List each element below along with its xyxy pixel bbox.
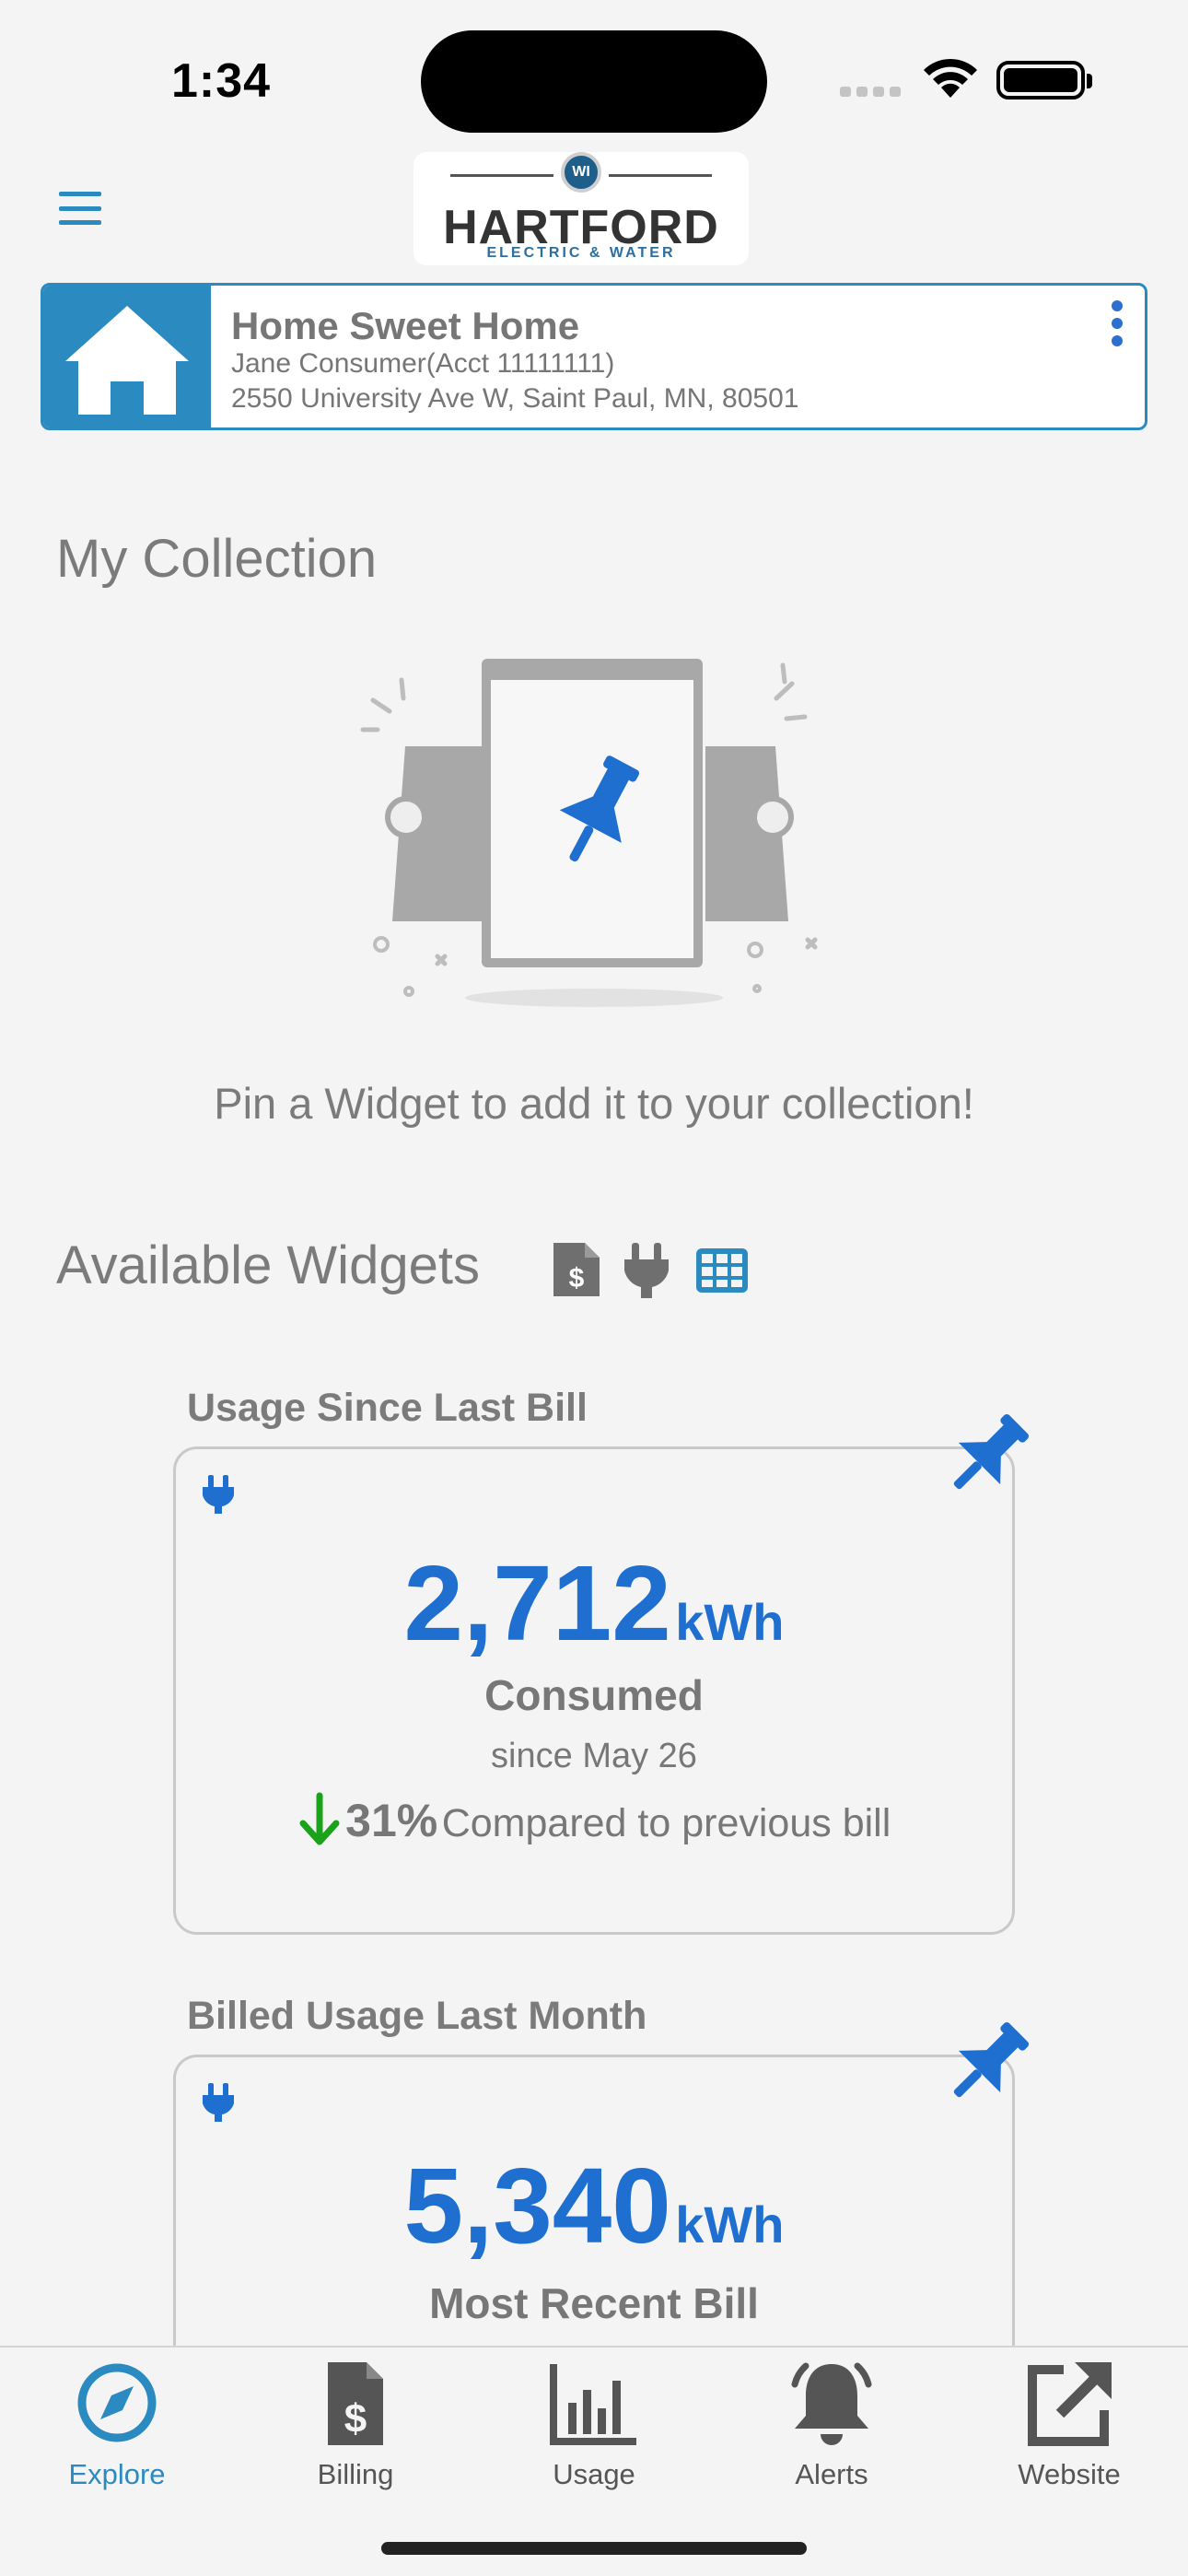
tab-alerts-label: Alerts [795,2458,868,2490]
usage-change-percent: 31% [345,1795,438,1846]
logo-badge: WI [561,152,601,193]
invoice-icon: $ [328,2362,383,2445]
tab-usage[interactable]: Usage [502,2357,686,2495]
tab-usage-label: Usage [553,2458,635,2490]
account-selector-card[interactable]: Home Sweet Home Jane Consumer(Acct 11111… [41,283,1147,430]
tab-explore-label: Explore [68,2458,166,2490]
tab-website-label: Website [1018,2458,1121,2490]
svg-text:$: $ [344,2396,367,2441]
account-address: 2550 University Ave W, Saint Paul, MN, 8… [231,383,799,414]
tab-billing[interactable]: $ Billing [263,2357,448,2495]
external-link-icon [1028,2362,1112,2446]
usage-caption: Consumed [484,1671,704,1719]
billed-value: 5,340 [403,2146,671,2266]
home-indicator[interactable] [381,2542,807,2555]
logo-rule-right [609,174,712,177]
billing-filter-icon[interactable]: $ [550,1239,605,1300]
compass-icon [77,2363,157,2442]
dynamic-island [421,30,767,133]
logo-subtitle: ELECTRIC & WATER [486,245,676,261]
billed-value-row: 5,340 kWh [176,2144,1012,2267]
more-options-icon[interactable] [1112,300,1124,346]
tab-explore[interactable]: Explore [25,2357,209,2495]
widget-billed-usage-label: Billed Usage Last Month [187,1994,647,2038]
electric-plug-icon [203,2083,234,2122]
battery-icon [996,61,1085,100]
billed-caption: Most Recent Bill [429,2279,759,2327]
tab-billing-label: Billing [317,2458,394,2490]
arrow-down-icon [299,1792,340,1845]
electric-filter-icon[interactable] [619,1239,674,1300]
bell-icon [791,2362,872,2445]
pin-widget-message: Pin a Widget to add it to your collectio… [214,1079,974,1128]
tab-alerts[interactable]: Alerts [740,2357,924,2495]
electric-plug-icon [203,1475,234,1514]
usage-value-row: 2,712 kWh [176,1541,1012,1665]
available-widgets-heading: Available Widgets [56,1235,480,1295]
usage-since-date: since May 26 [491,1737,697,1775]
usage-change-text: Compared to previous bill [441,1801,891,1845]
cellular-signal-icon [840,85,906,101]
house-icon [65,306,189,415]
tab-website[interactable]: Website [977,2357,1161,2495]
usage-unit: kWh [675,1593,785,1651]
pin-widget-button[interactable] [934,1406,1037,1509]
company-logo: WI HARTFORD ELECTRIC & WATER [413,152,749,265]
billed-unit: kWh [675,2195,785,2254]
grid-view-icon[interactable] [693,1239,751,1300]
hamburger-menu-icon[interactable] [59,192,101,225]
svg-text:$: $ [569,1263,585,1294]
wifi-icon [924,58,977,98]
account-holder: Jane Consumer(Acct 11111111) [231,348,615,379]
pin-widget-button[interactable] [934,2014,1037,2117]
bar-chart-icon [550,2364,636,2445]
logo-rule-left [450,174,553,177]
my-collection-heading: My Collection [56,529,378,589]
account-icon-box [43,286,211,427]
account-nickname: Home Sweet Home [231,304,580,347]
pin-widget-illustration [360,659,818,1007]
widget-usage-since-last-bill-label: Usage Since Last Bill [187,1386,588,1430]
usage-change-row: 31% Compared to previous bill [176,1792,1012,1847]
status-time: 1:34 [171,54,272,108]
usage-value: 2,712 [403,1543,671,1663]
battery-tip [1087,74,1092,88]
widget-usage-since-last-bill[interactable]: 2,712 kWh Consumed since May 26 31% Comp… [173,1446,1015,1935]
